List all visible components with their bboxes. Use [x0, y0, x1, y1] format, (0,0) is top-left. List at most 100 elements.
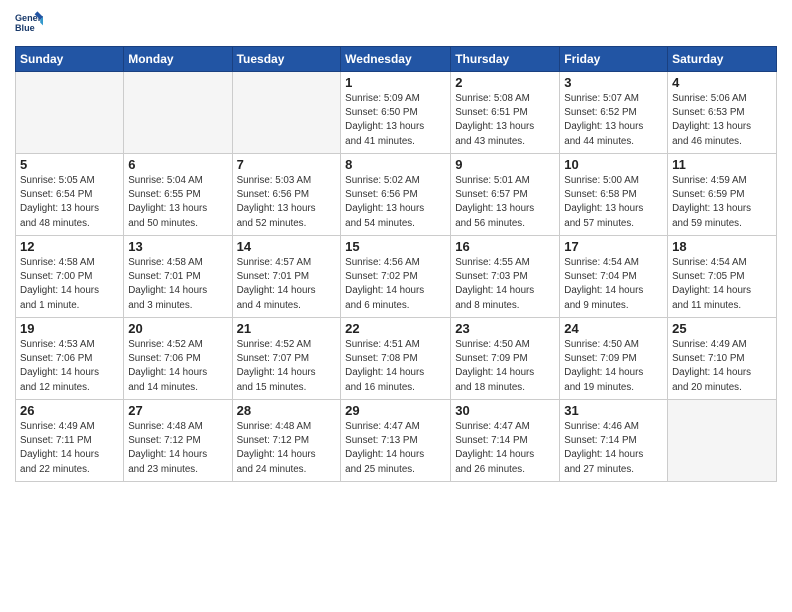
- day-number: 12: [20, 239, 119, 254]
- day-info: Sunrise: 4:56 AMSunset: 7:02 PMDaylight:…: [345, 256, 446, 313]
- day-info: Sunrise: 5:03 AMSunset: 6:56 PMDaylight:…: [237, 174, 337, 231]
- day-info: Sunrise: 4:49 AMSunset: 7:10 PMDaylight:…: [672, 338, 772, 395]
- day-info: Sunrise: 4:48 AMSunset: 7:12 PMDaylight:…: [128, 420, 227, 477]
- day-number: 20: [128, 321, 227, 336]
- day-info: Sunrise: 4:47 AMSunset: 7:13 PMDaylight:…: [345, 420, 446, 477]
- day-number: 24: [564, 321, 663, 336]
- day-info: Sunrise: 5:00 AMSunset: 6:58 PMDaylight:…: [564, 174, 663, 231]
- day-number: 19: [20, 321, 119, 336]
- day-info: Sunrise: 4:52 AMSunset: 7:06 PMDaylight:…: [128, 338, 227, 395]
- day-info: Sunrise: 5:01 AMSunset: 6:57 PMDaylight:…: [455, 174, 555, 231]
- day-number: 27: [128, 403, 227, 418]
- day-info: Sunrise: 5:08 AMSunset: 6:51 PMDaylight:…: [455, 92, 555, 149]
- day-number: 18: [672, 239, 772, 254]
- svg-text:Blue: Blue: [15, 23, 35, 33]
- day-number: 25: [672, 321, 772, 336]
- calendar-cell: 17Sunrise: 4:54 AMSunset: 7:04 PMDayligh…: [560, 236, 668, 318]
- day-info: Sunrise: 4:58 AMSunset: 7:00 PMDaylight:…: [20, 256, 119, 313]
- calendar-week-row: 26 Sunrise: 4:49 AMSunset: 7:11 PMDayligh…: [16, 400, 777, 482]
- calendar-cell: [16, 72, 124, 154]
- calendar-week-row: 5 Sunrise: 5:05 AMSunset: 6:54 PMDaylight…: [16, 154, 777, 236]
- calendar-cell: 1Sunrise: 5:09 AMSunset: 6:50 PMDaylight…: [341, 72, 451, 154]
- day-info: Sunrise: 5:07 AMSunset: 6:52 PMDaylight:…: [564, 92, 663, 149]
- calendar-cell: 12 Sunrise: 4:58 AMSunset: 7:00 PMDayligh…: [16, 236, 124, 318]
- day-number: 21: [237, 321, 337, 336]
- calendar-week-row: 1Sunrise: 5:09 AMSunset: 6:50 PMDaylight…: [16, 72, 777, 154]
- day-number: 17: [564, 239, 663, 254]
- calendar-cell: 6Sunrise: 5:04 AMSunset: 6:55 PMDaylight…: [124, 154, 232, 236]
- day-number: 31: [564, 403, 663, 418]
- day-number: 7: [237, 157, 337, 172]
- calendar-cell: 24 Sunrise: 4:50 AMSunset: 7:09 PMDayligh…: [560, 318, 668, 400]
- calendar-cell: 25 Sunrise: 4:49 AMSunset: 7:10 PMDayligh…: [668, 318, 777, 400]
- calendar-cell: 23 Sunrise: 4:50 AMSunset: 7:09 PMDayligh…: [451, 318, 560, 400]
- calendar-cell: 16 Sunrise: 4:55 AMSunset: 7:03 PMDayligh…: [451, 236, 560, 318]
- calendar-cell: 7 Sunrise: 5:03 AMSunset: 6:56 PMDaylight…: [232, 154, 341, 236]
- day-number: 5: [20, 157, 119, 172]
- day-number: 23: [455, 321, 555, 336]
- calendar-week-row: 12 Sunrise: 4:58 AMSunset: 7:00 PMDayligh…: [16, 236, 777, 318]
- calendar-cell: [124, 72, 232, 154]
- weekday-header-thursday: Thursday: [451, 47, 560, 72]
- day-number: 22: [345, 321, 446, 336]
- day-number: 28: [237, 403, 337, 418]
- calendar-cell: 5 Sunrise: 5:05 AMSunset: 6:54 PMDaylight…: [16, 154, 124, 236]
- calendar-page: General Blue SundayMondayTuesdayWednesda…: [0, 0, 792, 612]
- weekday-header-wednesday: Wednesday: [341, 47, 451, 72]
- day-info: Sunrise: 5:02 AMSunset: 6:56 PMDaylight:…: [345, 174, 446, 231]
- calendar-cell: [668, 400, 777, 482]
- day-info: Sunrise: 4:53 AMSunset: 7:06 PMDaylight:…: [20, 338, 119, 395]
- calendar-week-row: 19 Sunrise: 4:53 AMSunset: 7:06 PMDayligh…: [16, 318, 777, 400]
- day-number: 11: [672, 157, 772, 172]
- day-number: 14: [237, 239, 337, 254]
- day-info: Sunrise: 5:04 AMSunset: 6:55 PMDaylight:…: [128, 174, 227, 231]
- calendar-cell: 26 Sunrise: 4:49 AMSunset: 7:11 PMDayligh…: [16, 400, 124, 482]
- day-info: Sunrise: 4:50 AMSunset: 7:09 PMDaylight:…: [564, 338, 663, 395]
- calendar-cell: 28 Sunrise: 4:48 AMSunset: 7:12 PMDayligh…: [232, 400, 341, 482]
- logo: General Blue: [15, 10, 49, 38]
- calendar-cell: 9 Sunrise: 5:01 AMSunset: 6:57 PMDaylight…: [451, 154, 560, 236]
- day-number: 2: [455, 75, 555, 90]
- calendar-cell: 19 Sunrise: 4:53 AMSunset: 7:06 PMDayligh…: [16, 318, 124, 400]
- calendar-cell: 13 Sunrise: 4:58 AMSunset: 7:01 PMDayligh…: [124, 236, 232, 318]
- day-info: Sunrise: 4:49 AMSunset: 7:11 PMDaylight:…: [20, 420, 119, 477]
- calendar-cell: 18 Sunrise: 4:54 AMSunset: 7:05 PMDayligh…: [668, 236, 777, 318]
- day-number: 29: [345, 403, 446, 418]
- calendar-cell: 8 Sunrise: 5:02 AMSunset: 6:56 PMDaylight…: [341, 154, 451, 236]
- calendar-cell: 4 Sunrise: 5:06 AMSunset: 6:53 PMDaylight…: [668, 72, 777, 154]
- calendar-cell: 10 Sunrise: 5:00 AMSunset: 6:58 PMDayligh…: [560, 154, 668, 236]
- day-info: Sunrise: 4:48 AMSunset: 7:12 PMDaylight:…: [237, 420, 337, 477]
- weekday-header-friday: Friday: [560, 47, 668, 72]
- calendar-cell: 21 Sunrise: 4:52 AMSunset: 7:07 PMDayligh…: [232, 318, 341, 400]
- calendar-cell: 27 Sunrise: 4:48 AMSunset: 7:12 PMDayligh…: [124, 400, 232, 482]
- weekday-header-tuesday: Tuesday: [232, 47, 341, 72]
- day-info: Sunrise: 4:52 AMSunset: 7:07 PMDaylight:…: [237, 338, 337, 395]
- day-info: Sunrise: 5:05 AMSunset: 6:54 PMDaylight:…: [20, 174, 119, 231]
- day-info: Sunrise: 4:54 AMSunset: 7:05 PMDaylight:…: [672, 256, 772, 313]
- day-number: 10: [564, 157, 663, 172]
- day-number: 4: [672, 75, 772, 90]
- calendar-cell: 29 Sunrise: 4:47 AMSunset: 7:13 PMDayligh…: [341, 400, 451, 482]
- day-number: 15: [345, 239, 446, 254]
- day-number: 8: [345, 157, 446, 172]
- calendar-cell: 14Sunrise: 4:57 AMSunset: 7:01 PMDayligh…: [232, 236, 341, 318]
- calendar-header-row: SundayMondayTuesdayWednesdayThursdayFrid…: [16, 47, 777, 72]
- calendar-cell: 22 Sunrise: 4:51 AMSunset: 7:08 PMDayligh…: [341, 318, 451, 400]
- day-info: Sunrise: 5:06 AMSunset: 6:53 PMDaylight:…: [672, 92, 772, 149]
- day-number: 26: [20, 403, 119, 418]
- day-info: Sunrise: 4:58 AMSunset: 7:01 PMDaylight:…: [128, 256, 227, 313]
- day-number: 13: [128, 239, 227, 254]
- calendar-cell: 2 Sunrise: 5:08 AMSunset: 6:51 PMDaylight…: [451, 72, 560, 154]
- weekday-header-monday: Monday: [124, 47, 232, 72]
- header: General Blue: [15, 10, 777, 38]
- day-info: Sunrise: 4:47 AMSunset: 7:14 PMDaylight:…: [455, 420, 555, 477]
- day-info: Sunrise: 4:51 AMSunset: 7:08 PMDaylight:…: [345, 338, 446, 395]
- calendar-cell: [232, 72, 341, 154]
- weekday-header-saturday: Saturday: [668, 47, 777, 72]
- day-number: 16: [455, 239, 555, 254]
- day-info: Sunrise: 4:50 AMSunset: 7:09 PMDaylight:…: [455, 338, 555, 395]
- day-info: Sunrise: 4:59 AMSunset: 6:59 PMDaylight:…: [672, 174, 772, 231]
- day-info: Sunrise: 5:09 AMSunset: 6:50 PMDaylight:…: [345, 92, 446, 149]
- day-number: 9: [455, 157, 555, 172]
- day-info: Sunrise: 4:55 AMSunset: 7:03 PMDaylight:…: [455, 256, 555, 313]
